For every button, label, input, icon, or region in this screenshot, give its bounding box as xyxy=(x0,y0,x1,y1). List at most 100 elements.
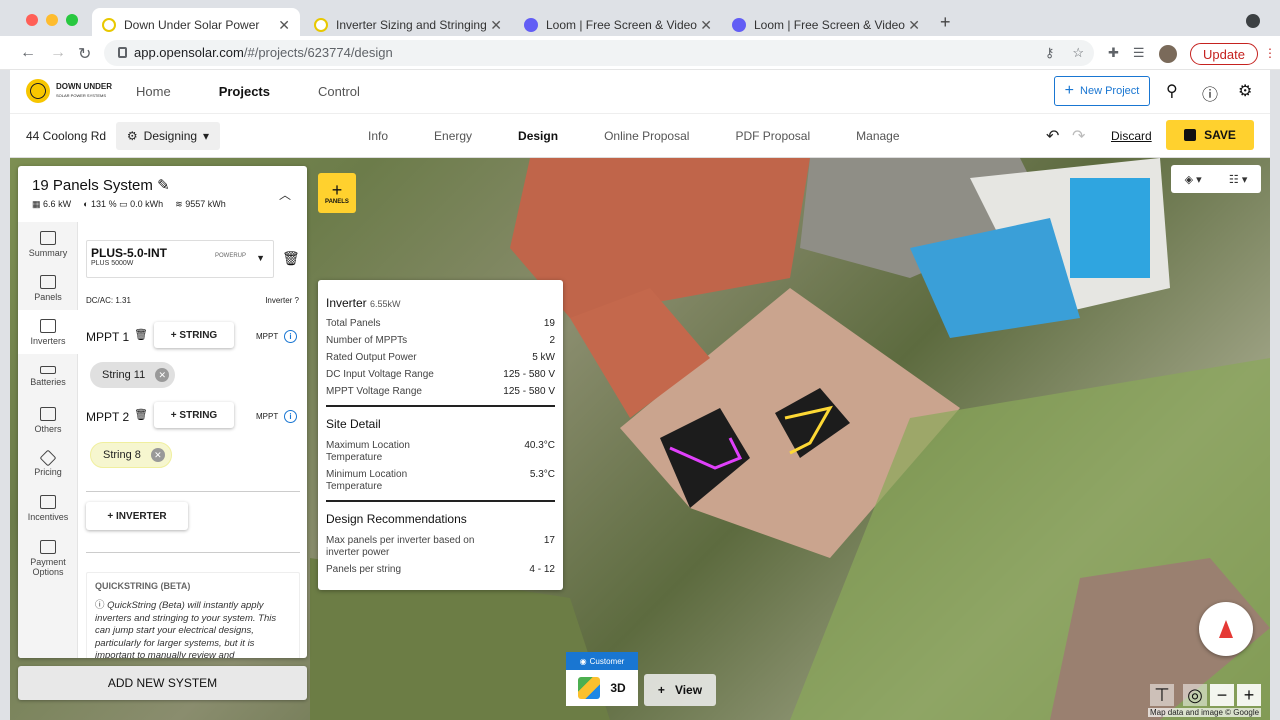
output-icon: ≋ xyxy=(175,199,183,209)
tab-pdf-proposal[interactable]: PDF Proposal xyxy=(735,129,810,143)
sidebar-item-incentives[interactable]: Incentives xyxy=(18,486,78,530)
close-tab-icon[interactable]: ✕ xyxy=(700,17,712,34)
system-panel: 19 Panels System ✎ ▦ 6.6 kW ◐ 131 % ▭ 0.… xyxy=(18,166,307,658)
sidebar-item-inverters[interactable]: Inverters xyxy=(18,310,78,354)
tab-title: Loom | Free Screen & Video Re xyxy=(754,18,909,32)
browser-menu-icon[interactable]: ⋮ xyxy=(1264,46,1276,60)
nav-projects[interactable]: Projects xyxy=(219,84,270,99)
sidebar-item-batteries[interactable]: Batteries xyxy=(18,354,78,398)
tab-title: Down Under Solar Power xyxy=(124,18,260,32)
add-view-button[interactable]: + View xyxy=(644,674,716,706)
add-inverter-button[interactable]: + INVERTER xyxy=(86,502,188,530)
delete-mppt-icon[interactable]: 🗑 xyxy=(134,408,148,421)
close-tab-icon[interactable]: ✕ xyxy=(278,17,290,34)
customer-view-badge: ◉ Customer xyxy=(566,652,638,670)
search-icon[interactable]: ⚲ xyxy=(1166,81,1178,101)
nav-home[interactable]: Home xyxy=(136,84,171,99)
tab-info[interactable]: Info xyxy=(368,129,388,143)
save-button[interactable]: SAVE xyxy=(1166,120,1254,150)
tab-search-icon[interactable] xyxy=(1246,14,1260,28)
url-input[interactable]: app.opensolar.com/#/projects/623774/desi… xyxy=(104,40,1094,66)
sidebar-item-summary[interactable]: Summary xyxy=(18,222,78,266)
spec-row: DC Input Voltage Range 125 - 580 V xyxy=(326,369,555,380)
profile-avatar[interactable] xyxy=(1158,45,1177,63)
locate-icon[interactable]: ◎ xyxy=(1183,684,1207,706)
spec-row: MPPT Voltage Range 125 - 580 V xyxy=(326,386,555,397)
reading-list-icon[interactable]: ☰ xyxy=(1133,45,1145,63)
delete-inverter-icon[interactable]: 🗑 xyxy=(282,250,300,267)
string-chip-label: String 8 xyxy=(103,449,141,461)
compass-icon[interactable] xyxy=(1199,602,1253,656)
zoom-in-icon[interactable]: + xyxy=(1237,684,1261,706)
new-project-button[interactable]: + New Project xyxy=(1054,76,1150,106)
tab-design[interactable]: Design xyxy=(518,129,558,143)
close-tab-icon[interactable]: ✕ xyxy=(908,17,920,34)
minimize-window-button[interactable] xyxy=(46,14,58,26)
add-new-system-button[interactable]: ADD NEW SYSTEM xyxy=(18,666,307,700)
nav-control[interactable]: Control xyxy=(318,84,360,99)
sidebar-item-pricing[interactable]: Pricing xyxy=(18,442,78,486)
remove-string-icon[interactable]: ✕ xyxy=(150,448,165,462)
loom-favicon-icon xyxy=(524,18,538,32)
inverter-help[interactable]: Inverter ? xyxy=(265,296,299,305)
delete-mppt-icon[interactable]: 🗑 xyxy=(134,328,148,341)
incentives-icon xyxy=(40,494,56,509)
map-layers-control[interactable]: ◈ ▾ ☷ ▾ xyxy=(1171,165,1261,193)
sidebar-item-panels[interactable]: Panels xyxy=(18,266,78,310)
sidebar-item-label: Panels xyxy=(34,291,62,302)
string-chip[interactable]: String 11 ✕ xyxy=(90,362,176,388)
back-icon[interactable]: ← xyxy=(20,44,36,62)
sidebar-item-label: Others xyxy=(34,423,62,434)
close-window-button[interactable] xyxy=(26,14,38,26)
inverter-select[interactable]: PLUS-5.0-INT PLUS 5000W POWERUP ▼ xyxy=(86,240,274,278)
help-icon: ? xyxy=(294,296,299,305)
add-string-button[interactable]: + STRING xyxy=(154,322,234,348)
panels-icon xyxy=(40,274,56,289)
close-tab-icon[interactable]: ✕ xyxy=(490,17,502,34)
url-text: app.opensolar.com/#/projects/623774/desi… xyxy=(134,45,393,60)
payment-icon xyxy=(40,539,56,554)
loom-favicon-icon xyxy=(732,18,746,32)
add-string-button[interactable]: + STRING xyxy=(154,402,234,428)
chevron-up-icon[interactable]: ︿ xyxy=(279,186,291,203)
add-panels-button[interactable]: + PANELS xyxy=(318,173,356,213)
tab-online-proposal[interactable]: Online Proposal xyxy=(604,129,689,143)
tab-favicon-icon xyxy=(314,18,328,32)
string-chip-selected[interactable]: String 8 ✕ xyxy=(90,442,172,468)
quickstring-text: ⓘ QuickString (Beta) will instantly appl… xyxy=(95,600,277,658)
extensions-icon[interactable]: ✚ xyxy=(1108,45,1119,63)
tab-energy[interactable]: Energy xyxy=(434,129,472,143)
status-dropdown[interactable]: ⚙ Designing ▾ xyxy=(116,122,220,150)
new-tab-icon[interactable]: + xyxy=(940,12,951,33)
edit-pencil-icon[interactable]: ✎ xyxy=(157,177,170,194)
maximize-window-button[interactable] xyxy=(66,14,78,26)
discard-button[interactable]: Discard xyxy=(1111,129,1152,143)
view-label: View xyxy=(674,683,703,697)
sun-logo-icon xyxy=(26,79,50,103)
remove-string-icon[interactable]: ✕ xyxy=(155,368,170,382)
update-button[interactable]: Update xyxy=(1190,43,1258,65)
layers-icon[interactable]: ◈ ▾ xyxy=(1185,173,1202,186)
key-icon[interactable]: ⚷ xyxy=(1045,45,1055,61)
bookmark-star-icon[interactable]: ☆ xyxy=(1072,45,1084,61)
zoom-out-icon[interactable]: − xyxy=(1210,684,1234,706)
forward-icon[interactable]: → xyxy=(50,44,66,62)
reload-icon[interactable]: ↻ xyxy=(78,44,91,64)
sidebar-item-payment-options[interactable]: Payment Options xyxy=(18,530,78,586)
system-title[interactable]: 19 Panels System ✎ xyxy=(32,176,170,194)
gear-icon[interactable]: ⚙ xyxy=(1238,81,1252,101)
settings-sliders-icon[interactable]: ☷ ▾ xyxy=(1229,173,1247,186)
project-address: 44 Coolong Rd xyxy=(26,129,107,143)
map-3d-button[interactable]: 3D xyxy=(566,670,638,706)
undo-icon[interactable]: ↶ xyxy=(1046,126,1059,146)
help-icon[interactable]: ⓘ xyxy=(1202,81,1218,105)
extension-icons: ✚ ☰ xyxy=(1108,45,1177,63)
tilt-icon[interactable]: ⊤ xyxy=(1150,684,1174,706)
company-logo[interactable]: DOWN UNDER SOLAR POWER SYSTEMS xyxy=(26,79,112,103)
sidebar-item-others[interactable]: Others xyxy=(18,398,78,442)
info-icon[interactable]: i xyxy=(284,410,297,423)
redo-icon[interactable]: ↷ xyxy=(1072,126,1085,146)
info-icon[interactable]: i xyxy=(284,330,297,343)
swimming-pool xyxy=(1070,178,1150,278)
tab-manage[interactable]: Manage xyxy=(856,129,899,143)
